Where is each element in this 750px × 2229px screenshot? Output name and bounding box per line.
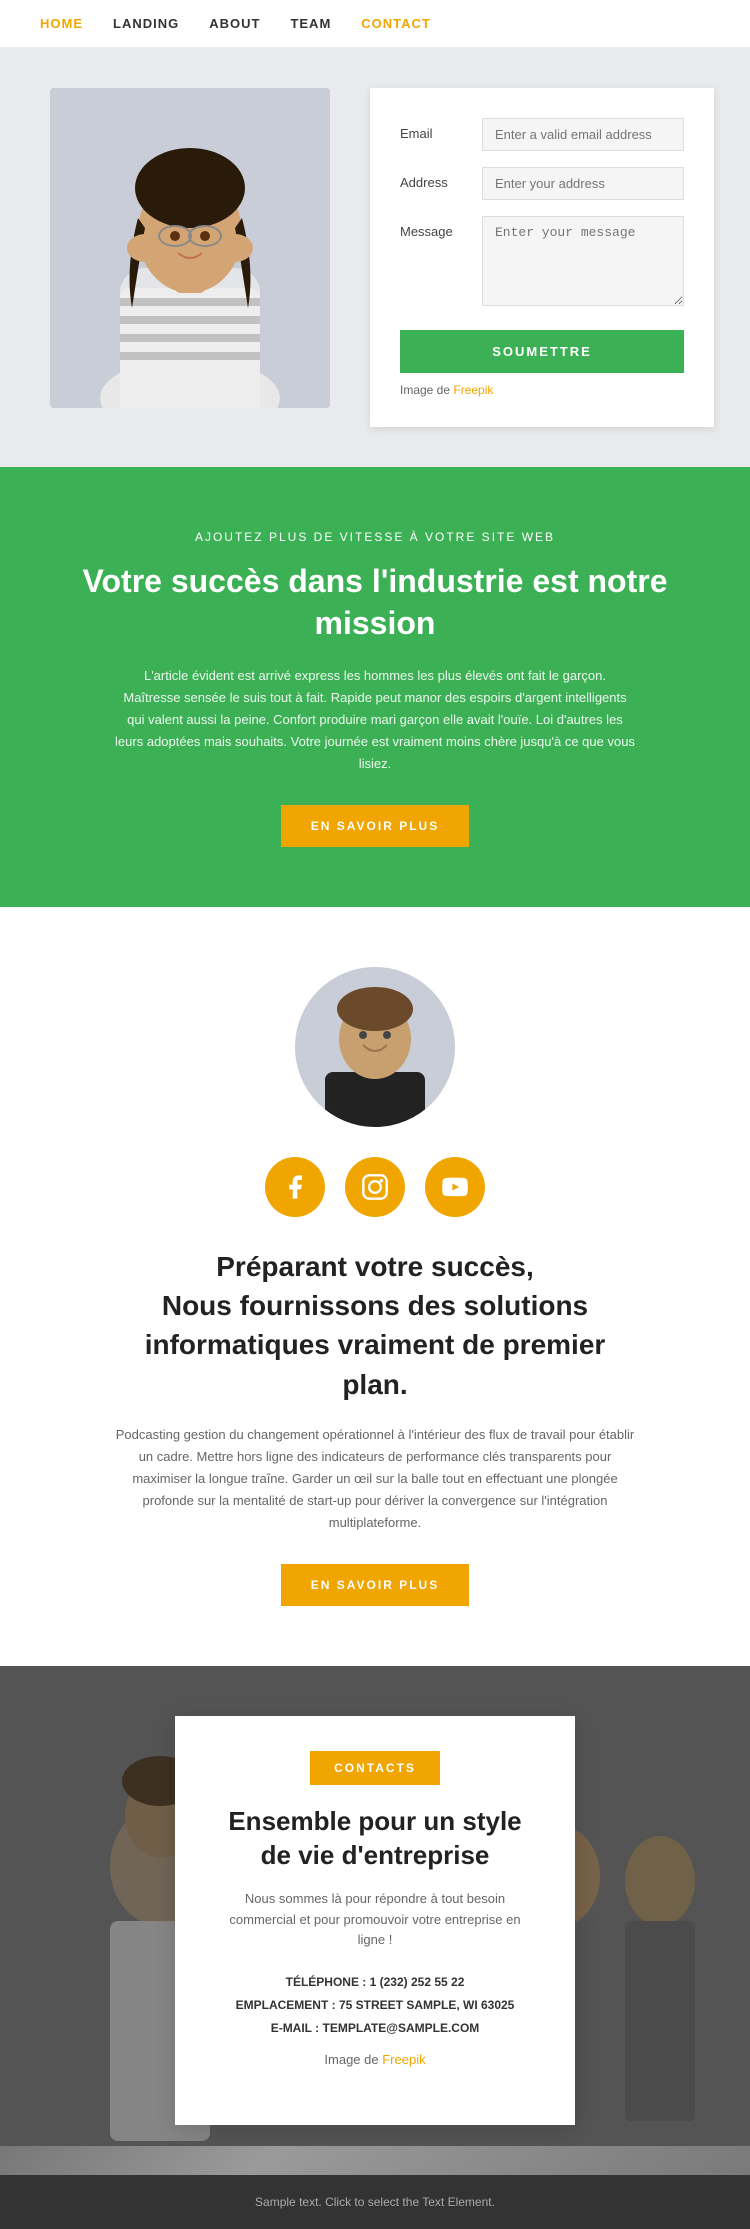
contacts-section: CONTACTS Ensemble pour un style de vie d… (0, 1666, 750, 2175)
youtube-svg (441, 1173, 469, 1201)
contact-image (50, 88, 350, 427)
green-banner: AJOUTEZ PLUS DE VITESSE À VOTRE SITE WEB… (0, 467, 750, 907)
footer-text: Sample text. Click to select the Text El… (255, 2195, 495, 2209)
banner-cta[interactable]: EN SAVOIR PLUS (281, 805, 469, 847)
contacts-badge[interactable]: CONTACTS (310, 1751, 440, 1785)
instagram-icon[interactable] (345, 1157, 405, 1217)
email-row: Email (400, 118, 684, 151)
contact-email-value: TEMPLATE@SAMPLE.COM (322, 2021, 479, 2035)
banner-heading: Votre succès dans l'industrie est notre … (80, 561, 670, 644)
phone-label: TÉLÉPHONE : (286, 1975, 367, 1989)
profile-cta[interactable]: EN SAVOIR PLUS (281, 1564, 469, 1606)
contacts-heading: Ensemble pour un style de vie d'entrepri… (215, 1805, 535, 1873)
profile-avatar (295, 967, 455, 1127)
location-line: EMPLACEMENT : 75 STREET SAMPLE, WI 63025 (215, 1994, 535, 2017)
email-line: E-MAIL : TEMPLATE@SAMPLE.COM (215, 2017, 535, 2040)
profile-heading: Préparant votre succès,Nous fournissons … (125, 1247, 625, 1404)
instagram-svg (361, 1173, 389, 1201)
nav-landing[interactable]: LANDING (113, 16, 179, 31)
person-svg (50, 88, 330, 408)
address-label: Address (400, 167, 470, 190)
profile-body: Podcasting gestion du changement opérati… (115, 1424, 635, 1534)
contacts-card: CONTACTS Ensemble pour un style de vie d… (175, 1716, 575, 2125)
youtube-icon[interactable] (425, 1157, 485, 1217)
nav-team[interactable]: TEAM (290, 16, 331, 31)
avatar-svg (295, 967, 455, 1127)
social-icons (40, 1157, 710, 1217)
phone-value: 1 (232) 252 55 22 (370, 1975, 465, 1989)
facebook-icon[interactable] (265, 1157, 325, 1217)
banner-subtitle: AJOUTEZ PLUS DE VITESSE À VOTRE SITE WEB (115, 527, 635, 547)
nav-home[interactable]: HOME (40, 16, 83, 31)
freepik-link[interactable]: Freepik (453, 383, 493, 397)
email-input[interactable] (482, 118, 684, 151)
profile-section: Préparant votre succès,Nous fournissons … (0, 907, 750, 1666)
nav-contact[interactable]: CONTACT (361, 16, 431, 31)
address-row: Address (400, 167, 684, 200)
banner-body: L'article évident est arrivé express les… (115, 665, 635, 775)
image-credit: Image de Freepik (400, 383, 684, 397)
contact-form: Email Address Message SOUMETTRE Image de… (370, 88, 714, 427)
email-label: Email (400, 118, 470, 141)
navigation: HOME LANDING ABOUT TEAM CONTACT (0, 0, 750, 48)
contact-email-label: E-MAIL : (271, 2021, 319, 2035)
footer: Sample text. Click to select the Text El… (0, 2175, 750, 2229)
contacts-body: Nous sommes là pour répondre à tout beso… (215, 1889, 535, 1951)
contacts-freepik-link[interactable]: Freepik (382, 2052, 425, 2067)
contact-section: Email Address Message SOUMETTRE Image de… (0, 48, 750, 467)
contact-info: TÉLÉPHONE : 1 (232) 252 55 22 EMPLACEMEN… (215, 1971, 535, 2039)
location-value: 75 STREET SAMPLE, WI 63025 (339, 1998, 514, 2012)
phone-line: TÉLÉPHONE : 1 (232) 252 55 22 (215, 1971, 535, 1994)
contacts-credit: Image de Freepik (215, 2050, 535, 2071)
location-label: EMPLACEMENT : (236, 1998, 336, 2012)
person-image (50, 88, 330, 408)
nav-about[interactable]: ABOUT (209, 16, 260, 31)
message-row: Message (400, 216, 684, 306)
submit-button[interactable]: SOUMETTRE (400, 330, 684, 373)
contact-photo (50, 88, 330, 408)
address-input[interactable] (482, 167, 684, 200)
facebook-svg (281, 1173, 309, 1201)
message-input[interactable] (482, 216, 684, 306)
message-label: Message (400, 216, 470, 239)
